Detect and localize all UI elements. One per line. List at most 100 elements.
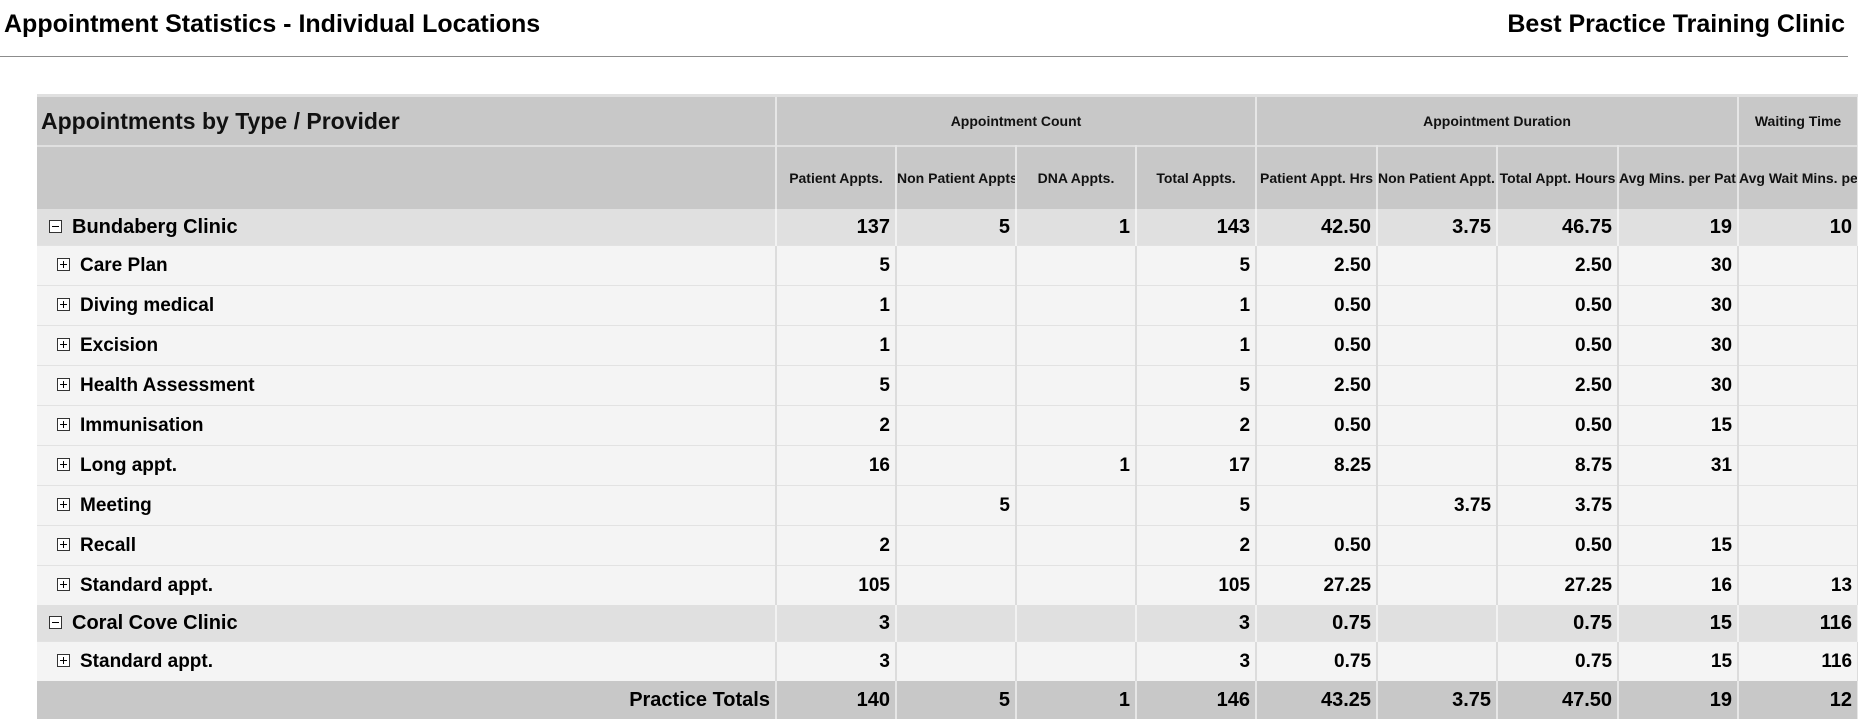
- appointment-type-value-cell: [1738, 365, 1858, 406]
- appointment-type-name: Recall: [80, 534, 136, 556]
- appointment-type-label-cell: Standard appt.: [37, 565, 777, 605]
- appointment-type-value-cell: [896, 405, 1017, 446]
- location-group-row[interactable]: Bundaberg Clinic 137 5 1 143 42.50 3.75 46.75 19…: [37, 209, 1858, 246]
- expand-toggle-icon[interactable]: [57, 257, 70, 271]
- appointment-type-label-cell: Care Plan: [37, 245, 777, 286]
- appointment-type-row[interactable]: Excision 1 1 0.50 0.50 30: [37, 325, 1858, 366]
- appointment-type-label-cell: Health Assessment: [37, 365, 777, 406]
- appointment-type-value-cell: [1016, 405, 1137, 446]
- report-title: Appointment Statistics - Individual Loca…: [4, 10, 541, 38]
- expand-toggle-icon[interactable]: [57, 417, 70, 431]
- appointment-type-row[interactable]: Recall 2 2 0.50 0.50 15: [37, 525, 1858, 566]
- statistics-table: Appointments by Type / Provider Appointm…: [37, 94, 1858, 719]
- appointment-type-value-cell: [776, 485, 897, 526]
- appointment-type-label-cell: Immunisation: [37, 405, 777, 446]
- appointment-type-value-cell: [1738, 325, 1858, 366]
- appointment-type-name: Long appt.: [80, 454, 178, 476]
- appointment-type-value-cell: 0.75: [1497, 641, 1620, 681]
- location-value-cell: 10: [1738, 209, 1858, 246]
- appointment-type-value-cell: 0.50: [1256, 405, 1379, 446]
- location-label-cell: Coral Cove Clinic: [37, 605, 777, 642]
- expand-toggle-icon[interactable]: [57, 337, 70, 351]
- appointment-type-value-cell: [896, 285, 1017, 326]
- appointment-type-value-cell: 116: [1738, 641, 1858, 681]
- appointment-type-value-cell: [1377, 405, 1499, 446]
- appointment-type-value-cell: [1256, 485, 1379, 526]
- group-header-waiting: Waiting Time: [1738, 94, 1858, 146]
- appointment-type-value-cell: 2.50: [1497, 365, 1620, 406]
- appointment-type-row[interactable]: Long appt. 16 1 17 8.25 8.75 31: [37, 445, 1858, 486]
- location-value-cell: [1377, 605, 1499, 642]
- appointment-type-value-cell: 31: [1618, 445, 1740, 486]
- expand-toggle-icon[interactable]: [57, 377, 70, 391]
- appointment-type-value-cell: [1016, 285, 1137, 326]
- appointment-type-name: Diving medical: [80, 294, 215, 316]
- location-value-cell: 0.75: [1497, 605, 1620, 642]
- expand-toggle-icon[interactable]: [57, 457, 70, 471]
- col-header-non-patient-hrs: Non Patient Appt. Hrs: [1377, 145, 1499, 209]
- appointment-type-row[interactable]: Standard appt. 3 3 0.75 0.75 15 116: [37, 641, 1858, 681]
- appointment-type-value-cell: 1: [1136, 285, 1258, 326]
- appointment-type-value-cell: 1: [776, 285, 897, 326]
- appointment-type-row[interactable]: Immunisation 2 2 0.50 0.50 15: [37, 405, 1858, 446]
- table-body: Bundaberg Clinic 137 5 1 143 42.50 3.75 46.75 19…: [37, 209, 1858, 719]
- appointment-type-value-cell: 0.50: [1256, 285, 1379, 326]
- appointment-type-value-cell: 5: [1136, 485, 1258, 526]
- appointment-type-label-cell: Standard appt.: [37, 641, 777, 681]
- location-value-cell: 3: [1136, 605, 1258, 642]
- appointment-type-value-cell: 30: [1618, 325, 1740, 366]
- header-group-row: Appointments by Type / Provider Appointm…: [37, 94, 1858, 146]
- appointment-type-value-cell: [1377, 285, 1499, 326]
- location-value-cell: 3.75: [1377, 209, 1499, 246]
- col-header-non-patient-appts: Non Patient Appts.: [896, 145, 1017, 209]
- appointment-type-value-cell: 5: [776, 245, 897, 286]
- col-header-total-hrs: Total Appt. Hours: [1497, 145, 1620, 209]
- appointment-type-value-cell: [1377, 445, 1499, 486]
- expand-toggle-icon[interactable]: [57, 577, 70, 591]
- location-value-cell: 5: [896, 209, 1017, 246]
- appointment-type-value-cell: 15: [1618, 405, 1740, 446]
- appointment-type-label-cell: Diving medical: [37, 285, 777, 326]
- collapse-toggle-icon[interactable]: [49, 615, 62, 629]
- appointment-type-row[interactable]: Meeting 5 5 3.75 3.75: [37, 485, 1858, 526]
- totals-value-cell: 19: [1618, 681, 1740, 719]
- col-header-total-appts: Total Appts.: [1136, 145, 1258, 209]
- appointment-type-value-cell: [896, 525, 1017, 566]
- appointment-type-value-cell: 0.50: [1497, 325, 1620, 366]
- appointment-type-value-cell: 105: [1136, 565, 1258, 605]
- appointment-type-value-cell: 8.25: [1256, 445, 1379, 486]
- appointment-type-row[interactable]: Health Assessment 5 5 2.50 2.50 30: [37, 365, 1858, 406]
- appointment-type-value-cell: [1016, 485, 1137, 526]
- appointment-type-name: Meeting: [80, 494, 152, 516]
- appointment-type-value-cell: 2: [776, 405, 897, 446]
- location-value-cell: 42.50: [1256, 209, 1379, 246]
- expand-toggle-icon[interactable]: [57, 497, 70, 511]
- appointment-type-value-cell: 3.75: [1497, 485, 1620, 526]
- appointment-type-name: Standard appt.: [80, 574, 214, 596]
- appointment-type-value-cell: [1738, 445, 1858, 486]
- appointment-type-value-cell: 15: [1618, 641, 1740, 681]
- appointment-type-value-cell: [1016, 641, 1137, 681]
- location-group-row[interactable]: Coral Cove Clinic 3 3 0.75 0.75 15 116: [37, 605, 1858, 642]
- totals-value-cell: 12: [1738, 681, 1858, 719]
- appointment-type-value-cell: [896, 565, 1017, 605]
- appointment-type-value-cell: [1016, 565, 1137, 605]
- appointment-type-value-cell: 0.50: [1497, 525, 1620, 566]
- appointment-type-row[interactable]: Standard appt. 105 105 27.25 27.25 16 13: [37, 565, 1858, 605]
- expand-toggle-icon[interactable]: [57, 297, 70, 311]
- appointment-type-value-cell: [896, 641, 1017, 681]
- group-header-duration: Appointment Duration: [1256, 94, 1740, 146]
- column-header-row: Patient Appts. Non Patient Appts. DNA Ap…: [37, 145, 1858, 209]
- appointment-type-row[interactable]: Diving medical 1 1 0.50 0.50 30: [37, 285, 1858, 326]
- appointment-type-value-cell: 16: [1618, 565, 1740, 605]
- location-value-cell: 15: [1618, 605, 1740, 642]
- expand-toggle-icon[interactable]: [57, 653, 70, 667]
- appointment-type-row[interactable]: Care Plan 5 5 2.50 2.50 30: [37, 245, 1858, 286]
- appointment-type-value-cell: 1: [1136, 325, 1258, 366]
- location-value-cell: 1: [1016, 209, 1137, 246]
- appointment-type-value-cell: 2: [776, 525, 897, 566]
- practice-totals-row: Practice Totals 140 5 1 146 43.25 3.75 47.50 19 1…: [37, 681, 1858, 719]
- appointment-type-value-cell: [1618, 485, 1740, 526]
- collapse-toggle-icon[interactable]: [49, 219, 62, 233]
- expand-toggle-icon[interactable]: [57, 537, 70, 551]
